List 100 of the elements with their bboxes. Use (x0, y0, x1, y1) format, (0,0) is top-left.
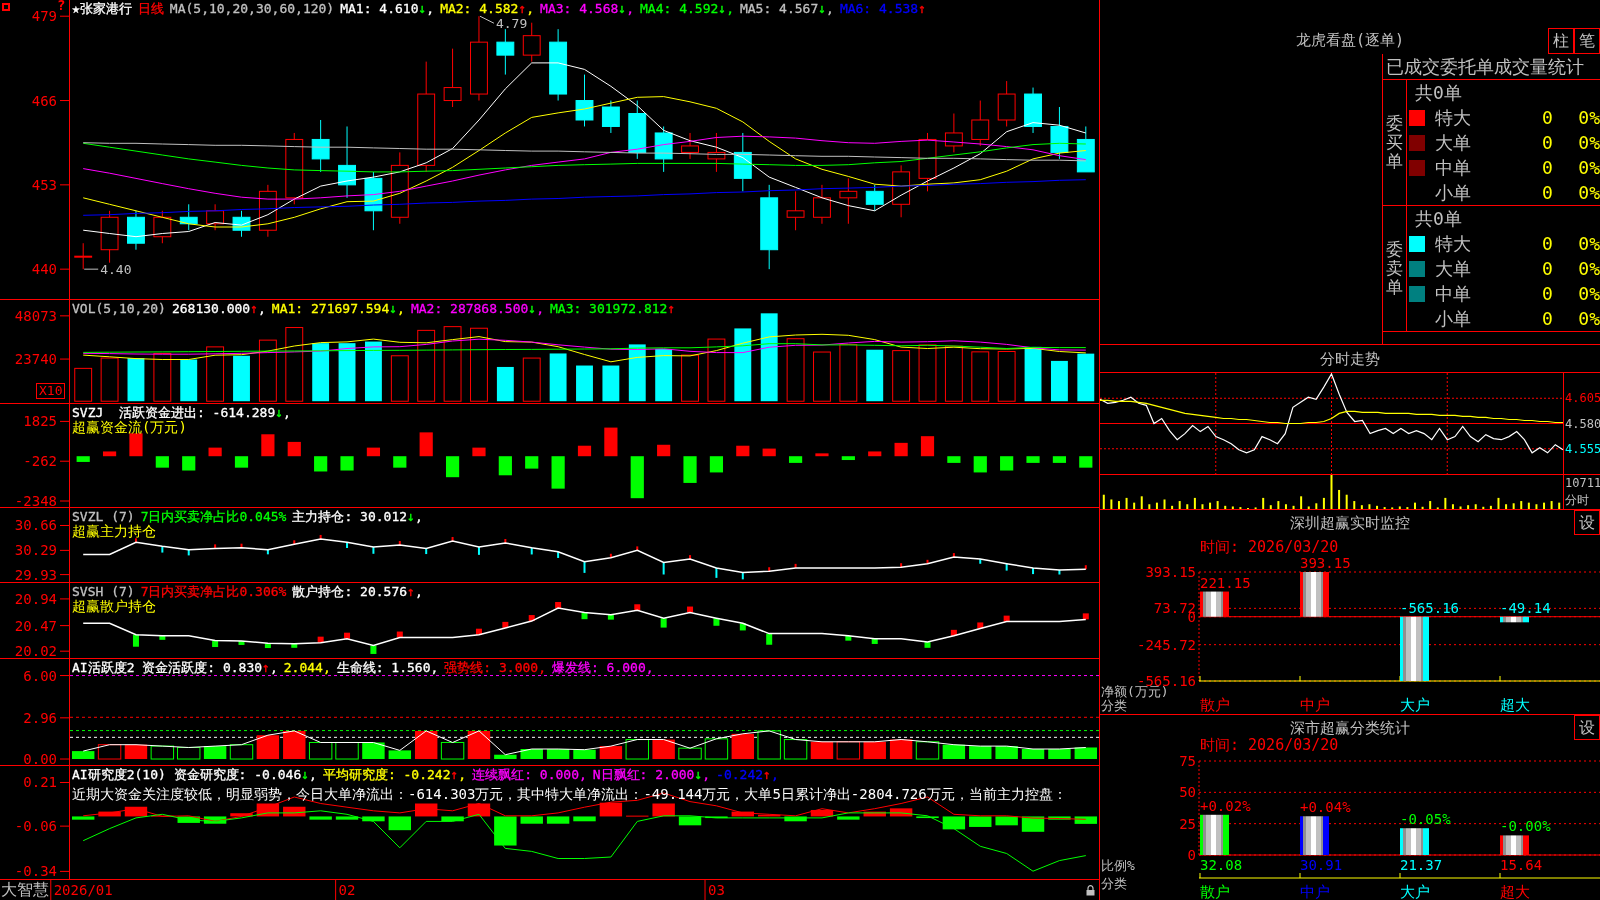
change-marker (238, 640, 245, 645)
change-marker (1003, 615, 1010, 622)
panel-title: 深市超赢分类统计 (1290, 717, 1410, 738)
indicator-label: 生命线: 1.560, (336, 660, 439, 675)
axis-tick-label: 4.555 (1565, 441, 1600, 456)
candlestick (232, 210, 251, 238)
candlestick (813, 184, 831, 225)
indicator-label: ★张家港行 (72, 1, 132, 16)
change-tick (372, 546, 375, 555)
axis-tick-label: 48073 (14, 307, 57, 324)
category-label: 散户 (1200, 883, 1230, 900)
axis-tick-label: 29.93 (14, 566, 57, 583)
candlestick (681, 132, 699, 160)
order-share: 0% (1578, 232, 1600, 255)
indicator-label: 7日内买卖净占比0.045% (140, 509, 287, 524)
axis-tick-label: 4.580 (1565, 416, 1600, 431)
candlestick (153, 210, 172, 244)
indicator-label: 日线 (137, 1, 164, 16)
change-marker (660, 618, 667, 628)
brand-label: 大智慧 (0, 880, 49, 900)
category-label: 中户 (1300, 696, 1330, 714)
axis-tick-label: -2348 (14, 493, 57, 509)
change-marker (396, 631, 403, 638)
change-tick (900, 562, 903, 569)
change-marker (317, 636, 324, 643)
order-size-label: 中单 (1435, 282, 1471, 305)
axis-tick-label: 30.66 (14, 517, 57, 534)
change-marker (845, 635, 852, 641)
candlestick (628, 100, 647, 160)
order-size-label: 特大 (1435, 232, 1471, 255)
change-marker (950, 629, 957, 636)
change-marker (344, 632, 351, 639)
change-tick (979, 558, 982, 565)
axis-tick-label: 4.605 (1565, 391, 1600, 406)
settings-button[interactable]: 设 (1574, 510, 1600, 535)
change-tick (425, 547, 428, 556)
candlestick (918, 132, 937, 192)
axis-tick-label: 0.00 (23, 751, 57, 767)
axis-title: 分类 (1101, 875, 1127, 891)
axis-tick-label: 466 (31, 92, 57, 109)
change-tick (187, 548, 190, 557)
change-marker (291, 643, 298, 648)
change-tick (161, 545, 164, 554)
indicator-label: MA2: 287868.500↓, (410, 301, 544, 316)
order-share: 0% (1578, 307, 1600, 330)
table-title: 已成交委托单成交量统计 (1383, 54, 1600, 80)
order-share: 0% (1578, 156, 1600, 179)
change-tick (768, 566, 771, 573)
data-label: 393.15 (1300, 555, 1351, 571)
change-tick (398, 540, 401, 546)
change-marker (739, 623, 746, 631)
change-tick (636, 545, 639, 552)
order-share: 0% (1578, 282, 1600, 305)
candlestick (1024, 87, 1042, 134)
indicator-label: 爆发线: 6.000, (551, 660, 654, 675)
change-tick (134, 537, 137, 544)
change-marker (212, 640, 219, 647)
candlestick (839, 177, 858, 225)
order-count: 0 (1542, 131, 1553, 154)
candlestick (206, 203, 225, 231)
indicator-label: VOL(5,10,20) (72, 301, 166, 316)
view-mode-button[interactable]: 笔 (1574, 28, 1600, 54)
change-tick (715, 566, 718, 579)
data-label: 21.37 (1400, 857, 1443, 873)
date-axis-label: 02 (338, 882, 356, 898)
change-tick (1058, 568, 1061, 576)
panel-title: 深圳超赢实时监控 (1290, 513, 1410, 533)
candlestick (575, 74, 594, 127)
change-tick (794, 562, 797, 569)
change-marker (159, 635, 166, 640)
order-size-label: 特大 (1435, 106, 1471, 129)
order-count: 0 (1542, 106, 1553, 129)
indicator-label: SVSH (7) (72, 584, 135, 599)
indicator-label: 连续飘红: 0.000, (472, 767, 587, 782)
indicator-label: SVZL (7) (72, 509, 135, 524)
axis-tick-label: 20.02 (14, 643, 57, 660)
settings-button[interactable]: 设 (1574, 715, 1600, 740)
change-tick (952, 552, 955, 559)
change-marker (370, 645, 377, 654)
order-total: 共0单 (1415, 207, 1462, 230)
candlestick (944, 113, 963, 153)
change-tick (214, 543, 217, 550)
change-marker (977, 622, 984, 629)
timestamp-label: 时间: 2026/03/20 (1200, 538, 1339, 556)
order-share: 0% (1578, 181, 1600, 204)
candlestick (364, 171, 383, 231)
change-tick (583, 560, 586, 574)
change-tick (266, 548, 269, 556)
candlestick (74, 242, 93, 270)
order-size-label: 大单 (1435, 131, 1471, 154)
timestamp-label: 时间: 2026/03/20 (1200, 737, 1339, 754)
indicator-label: MA1: 271697.594↓, (271, 301, 405, 316)
indicator-label: 268130.000↑, (171, 301, 266, 316)
change-tick (346, 541, 349, 549)
indicator-label: MA3: 4.568↓, (540, 1, 634, 16)
candlestick (1076, 126, 1095, 173)
order-count: 0 (1542, 282, 1553, 305)
candlestick (258, 184, 277, 238)
change-tick (609, 552, 612, 559)
view-mode-button[interactable]: 柱 (1548, 28, 1574, 54)
